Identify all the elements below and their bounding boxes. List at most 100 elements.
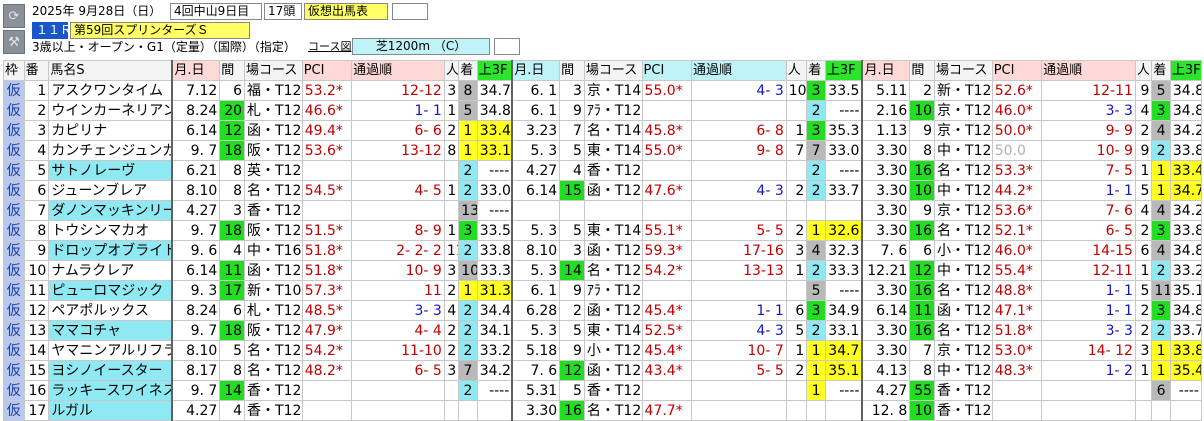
last3f-cell: 33.4	[1169, 160, 1203, 181]
course-cell: 名・T12	[583, 400, 643, 421]
waku-cell: 仮	[3, 220, 25, 241]
course-cell: 新・T10	[244, 280, 303, 301]
virtual-entry-badge[interactable]: 仮想出馬表	[304, 3, 388, 20]
table-row[interactable]: 仮9ドロップオブライト9. 64中・T1651.8*2- 2- 211233.8…	[3, 240, 1203, 261]
last3f-cell: 33.8	[476, 240, 513, 261]
pci-cell: 47.9*	[301, 320, 353, 341]
passing-order-cell	[351, 380, 445, 401]
pci-cell	[301, 200, 353, 221]
column-header[interactable]: 月.日	[511, 60, 561, 81]
finish-cell: 5	[458, 100, 478, 121]
interval-cell: 5	[559, 220, 585, 241]
column-header[interactable]: 通過順	[351, 60, 445, 81]
table-row[interactable]: 仮7ダノンマッキンリー4.273香・T12 13---- 3.309京・T1253.…	[3, 200, 1203, 221]
race-name[interactable]: 第59回スプリンターズＳ	[70, 22, 250, 39]
refresh-button[interactable]: ⟳	[3, 4, 25, 28]
course-cell: 香・T12	[583, 160, 643, 181]
column-header[interactable]: 間	[219, 60, 246, 81]
pci-cell: 52.1*	[991, 220, 1043, 241]
horse-name[interactable]: アスクワンタイム	[48, 80, 173, 101]
column-header[interactable]: PCI	[991, 60, 1043, 81]
column-header[interactable]: 人	[785, 60, 808, 81]
last3f-cell: ----	[824, 280, 863, 301]
race-date-cell: 3.30	[861, 200, 911, 221]
table-row[interactable]: 仮 3 カピリナ 6.14 12 函・T12 49.4* 6- 6 2 1 33.4 3.23 7 名・T…	[3, 120, 1203, 141]
horse-name[interactable]: ウインカーネリアン	[48, 100, 173, 121]
table-row[interactable]: 仮 1 アスクワンタイム 7.12 6 福・T12 53.2* 12-12 3 8 34.7 6. 1…	[3, 80, 1203, 101]
column-header[interactable]: 着	[806, 60, 826, 81]
table-row[interactable]: 仮10ナムラクレア6.1411函・T1251.8*10- 931033.35. …	[3, 260, 1203, 281]
column-header[interactable]: PCI	[641, 60, 692, 81]
column-header[interactable]: 場コース	[583, 60, 643, 81]
popularity-cell: 4	[1134, 200, 1153, 221]
horse-name[interactable]: ママコチャ	[48, 320, 173, 341]
pci-cell: 53.0*	[991, 340, 1043, 361]
column-header[interactable]: 場コース	[244, 60, 303, 81]
column-header[interactable]: 月.日	[861, 60, 911, 81]
column-header[interactable]: 着	[1151, 60, 1171, 81]
column-header[interactable]: 枠	[3, 60, 25, 81]
horse-name[interactable]: トウシンマカオ	[48, 220, 173, 241]
column-header[interactable]: 上3F	[476, 60, 513, 81]
column-header[interactable]: 上3F	[824, 60, 863, 81]
table-row[interactable]: 仮 6 ジューンブレア 8.10 8 名・T12 54.5* 4- 5 1 2 33.0 6.14 15…	[3, 180, 1203, 201]
pci-cell: 48.2*	[301, 360, 353, 381]
table-row[interactable]: 仮 14 ヤマニンアルリフラ 8.10 5 名・T12 54.2* 11-10 2 2 33.2 5.…	[3, 340, 1203, 361]
interval-cell: 6	[909, 240, 936, 261]
horse-name[interactable]: ルガル	[48, 400, 173, 421]
table-row[interactable]: 仮 5 サトノレーヴ 6.21 8 英・T12 2 ---- 4.27 4 香・T12 2 ---- 3.…	[3, 160, 1203, 181]
finish-cell: 4	[1151, 120, 1171, 141]
horse-name[interactable]: ヨシノイースター	[48, 360, 173, 381]
popularity-cell	[785, 200, 808, 221]
passing-order-cell: 12-11	[1041, 260, 1136, 281]
column-header[interactable]: 月.日	[171, 60, 221, 81]
table-row[interactable]: 仮 16 ラッキースワイネス 9. 7 14 香・T12 2 ---- 5.31 5 香・T12 1-…	[3, 380, 1203, 401]
finish-cell: 2	[806, 180, 826, 201]
tool-button[interactable]: ⚒	[3, 30, 25, 54]
horse-name[interactable]: ナムラクレア	[48, 260, 173, 281]
column-header[interactable]: 通過順	[1041, 60, 1136, 81]
horse-name[interactable]: サトノレーヴ	[48, 160, 173, 181]
column-header[interactable]: 人	[443, 60, 460, 81]
blank-box-1	[392, 3, 428, 20]
course-map-link[interactable]: コース図	[308, 39, 351, 55]
last3f-cell: 33.7	[824, 180, 863, 201]
horse-name[interactable]: ダノンマッキンリー	[48, 200, 173, 221]
horse-name[interactable]: カピリナ	[48, 120, 173, 141]
column-header[interactable]: 通過順	[690, 60, 787, 81]
column-header[interactable]: 間	[559, 60, 585, 81]
column-header[interactable]: 間	[909, 60, 936, 81]
entry-table: 枠番馬名S 月.日間場コース PCI 通過順人着上3F 月.日間場コース PCI 通過順人着…	[3, 60, 1203, 421]
column-header[interactable]: 馬名S	[48, 60, 173, 81]
table-row[interactable]: 仮 8 トウシンマカオ 9. 7 18 阪・T12 51.5* 8- 9 1 3 33.5 5. 35…	[3, 220, 1203, 241]
column-header[interactable]: 場コース	[934, 60, 993, 81]
horse-name[interactable]: ピューロマジック	[48, 280, 173, 301]
horse-name[interactable]: カンチェンジュンガ	[48, 140, 173, 161]
interval-cell: 8	[219, 360, 246, 381]
column-header[interactable]: 上3F	[1169, 60, 1203, 81]
interval-cell: 7	[909, 340, 936, 361]
table-row[interactable]: 仮 2 ウインカーネリアン 8.24 20 札・T12 46.6* 1- 1 1 5 34.8 6. …	[3, 100, 1203, 121]
horse-name[interactable]: ラッキースワイネス	[48, 380, 173, 401]
column-header[interactable]: PCI	[301, 60, 353, 81]
table-row[interactable]: 仮 17 ルガル 4.27 4 香・T12 3.30 16 名・T12 47.7* 12. 8 10 香…	[3, 400, 1203, 421]
table-row[interactable]: 仮 12 ペアポルックス 8.24 6 札・T12 48.5* 3- 3 4 2 34.4 6.28 2…	[3, 300, 1203, 321]
horse-name[interactable]: ドロップオブライト	[48, 240, 173, 261]
table-row[interactable]: 仮 11 ピューロマジック 9. 3 17 新・T10 57.3* 11 2 1 31.3 6. 19…	[3, 280, 1203, 301]
column-header[interactable]: 番	[23, 60, 50, 81]
waku-cell: 仮	[3, 120, 25, 141]
horse-name[interactable]: ヤマニンアルリフラ	[48, 340, 173, 361]
interval-cell: 5	[559, 140, 585, 161]
horse-name[interactable]: ジューンブレア	[48, 180, 173, 201]
table-row[interactable]: 仮 4 カンチェンジュンガ 9. 7 18 阪・T12 53.6* 13-12 8 1 33.1 5.…	[3, 140, 1203, 161]
course-cell: 阪・T12	[244, 220, 303, 241]
last3f-cell: 33.3	[824, 260, 863, 281]
column-header[interactable]: 人	[1134, 60, 1153, 81]
table-row[interactable]: 仮 13 ママコチャ 9. 7 18 阪・T12 47.9* 4- 4 2 2 34.1 5. 35東…	[3, 320, 1203, 341]
table-row[interactable]: 仮 15 ヨシノイースター 8.17 8 名・T12 48.2* 6- 5 3 7 34.2 7. 6…	[3, 360, 1203, 381]
finish-cell: 1	[1151, 360, 1171, 381]
column-header[interactable]: 着	[458, 60, 478, 81]
passing-order-cell: 1- 1	[1041, 180, 1136, 201]
horse-name[interactable]: ペアポルックス	[48, 300, 173, 321]
race-date-cell: 2.16	[861, 100, 911, 121]
